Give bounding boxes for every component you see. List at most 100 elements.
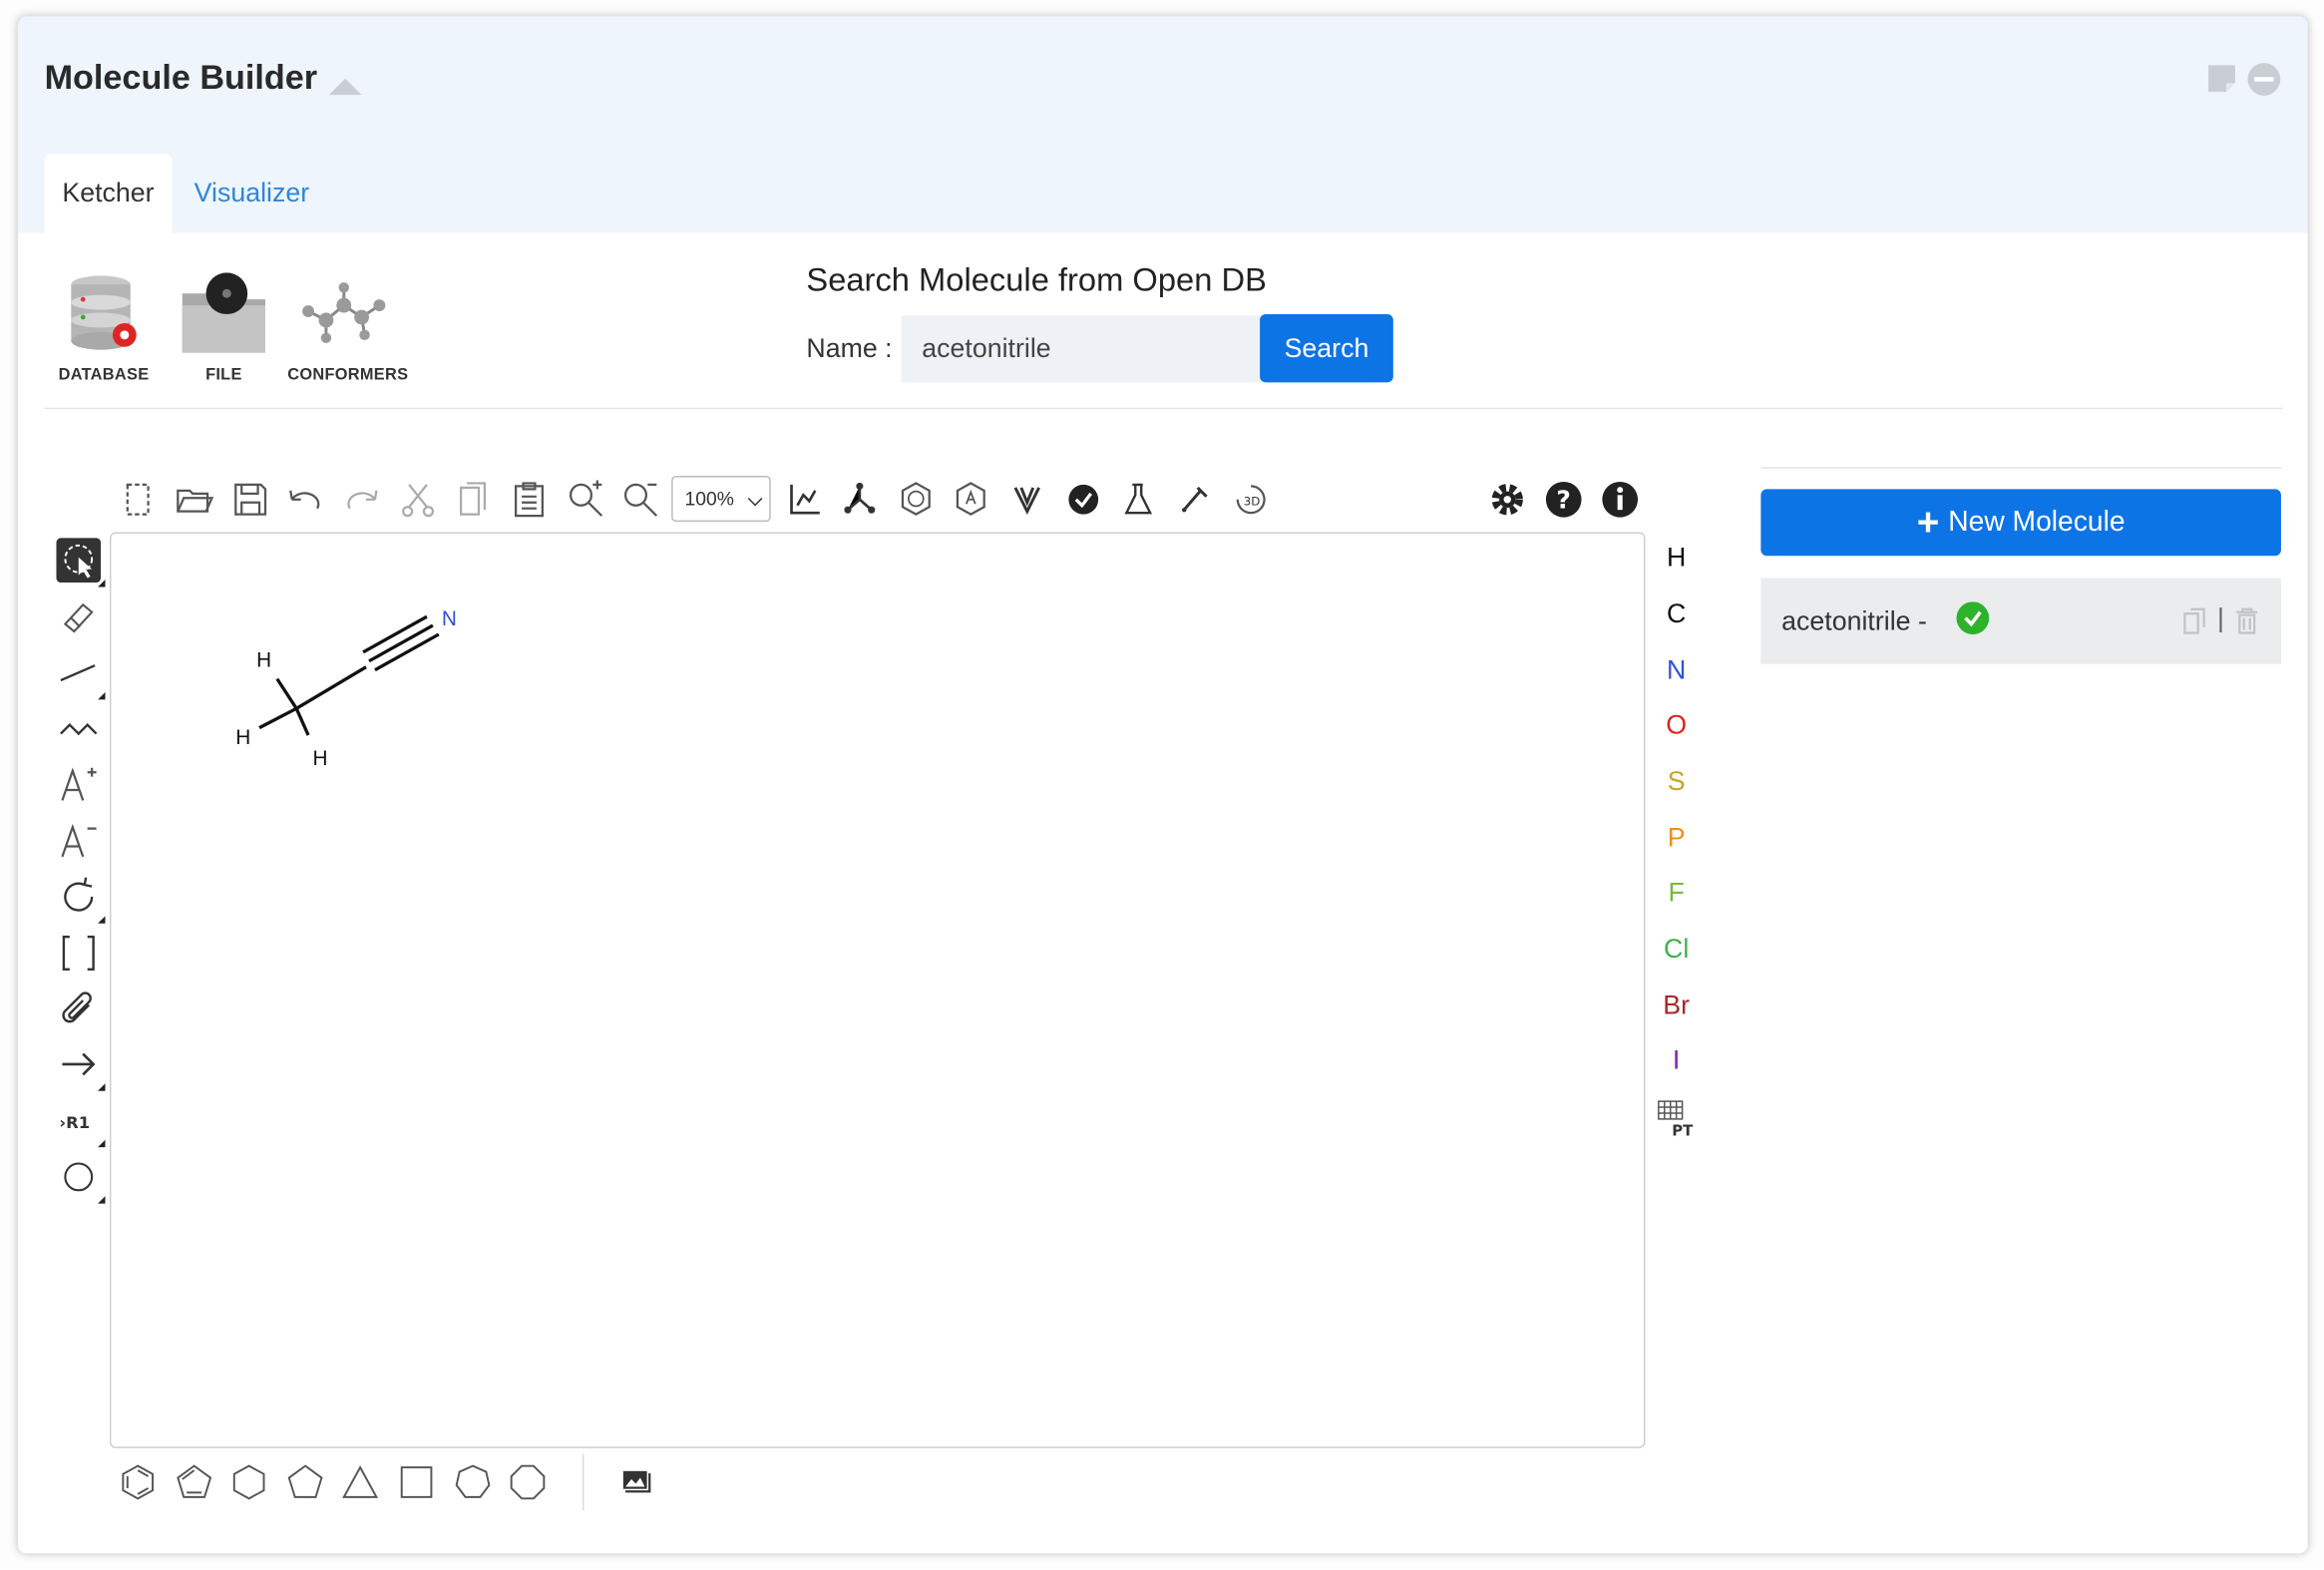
atom-f-button[interactable]: F — [1648, 878, 1704, 909]
periodic-table-label: PT — [1672, 1121, 1694, 1139]
atom-br-button[interactable]: Br — [1648, 990, 1704, 1021]
trash-icon[interactable] — [2233, 606, 2260, 636]
atom-c-button[interactable]: C — [1648, 598, 1704, 629]
single-bond-icon[interactable] — [56, 650, 106, 700]
image-icon[interactable] — [618, 1463, 657, 1502]
atom-p-button[interactable]: P — [1648, 823, 1704, 854]
minimize-icon[interactable] — [2247, 62, 2281, 96]
cycloheptane-icon[interactable] — [454, 1463, 493, 1502]
hydrogen-atom-label: H — [235, 726, 250, 749]
charge-minus-icon[interactable] — [56, 818, 101, 863]
calculate-icon[interactable] — [1117, 479, 1159, 521]
molecule-name-input[interactable] — [901, 315, 1265, 383]
sidebar-divider — [1760, 467, 2281, 469]
search-button[interactable]: Search — [1260, 314, 1393, 383]
aromatize-icon[interactable] — [896, 479, 938, 521]
action-separator: | — [2217, 602, 2225, 633]
select-tool-icon[interactable] — [56, 538, 106, 588]
paste-icon[interactable] — [509, 479, 551, 521]
copy-molecule-icon[interactable] — [2181, 606, 2208, 636]
tab-ketcher[interactable]: Ketcher — [44, 154, 173, 233]
conformers-icon — [302, 282, 386, 344]
cyclohexane-icon[interactable] — [229, 1463, 268, 1502]
zoom-value: 100% — [684, 487, 734, 511]
clear-canvas-icon[interactable] — [117, 479, 159, 521]
settings-brush-icon[interactable] — [1174, 479, 1216, 521]
attachment-icon[interactable] — [56, 987, 101, 1032]
collapse-caret-icon[interactable] — [328, 78, 362, 96]
acetonitrile-structure: N H H H — [235, 607, 457, 770]
gear-icon[interactable] — [1486, 479, 1528, 521]
divider — [44, 407, 2283, 410]
periodic-table-icon[interactable]: PT — [1656, 1098, 1698, 1140]
plus-icon: + — [1916, 499, 1940, 545]
database-tool[interactable]: DATABASE — [46, 272, 162, 384]
3d-view-icon[interactable]: 3D — [1230, 479, 1272, 521]
benzene-icon[interactable] — [119, 1463, 158, 1502]
dearomatize-icon[interactable] — [951, 479, 992, 521]
undo-icon[interactable] — [284, 479, 326, 521]
cyclopentadiene-icon[interactable] — [175, 1463, 213, 1502]
check-structure-icon[interactable] — [1062, 479, 1104, 521]
redo-icon[interactable] — [341, 479, 383, 521]
charge-plus-icon[interactable] — [56, 762, 101, 807]
tab-visualizer[interactable]: Visualizer — [177, 155, 327, 233]
svg-text:›R1: ›R1 — [59, 1113, 90, 1132]
cyclobutane-icon[interactable] — [397, 1463, 436, 1502]
hydrogen-atom-label: H — [256, 649, 271, 672]
zoom-out-icon[interactable] — [619, 479, 661, 521]
panel-header — [17, 16, 2308, 233]
note-icon[interactable] — [2205, 62, 2238, 95]
search-title: Search Molecule from Open DB — [806, 260, 1267, 298]
nitrogen-atom-label: N — [442, 607, 457, 630]
help-icon[interactable]: ? — [1543, 479, 1585, 521]
database-label: DATABASE — [58, 366, 150, 384]
cyclopropane-icon[interactable] — [341, 1463, 380, 1502]
molecule-name: acetonitrile - — [1781, 605, 1927, 636]
file-label: FILE — [205, 366, 242, 384]
chevron-down-icon — [747, 491, 763, 507]
atom-n-button[interactable]: N — [1648, 655, 1704, 686]
hydrogen-atom-label: H — [313, 747, 328, 770]
new-molecule-button[interactable]: + New Molecule — [1760, 489, 2281, 557]
shape-circle-icon[interactable] — [56, 1155, 106, 1204]
svg-text:?: ? — [1556, 486, 1571, 515]
r-group-icon[interactable]: ›R1 — [56, 1098, 106, 1148]
molecule-list-item[interactable]: acetonitrile - | — [1760, 578, 2281, 664]
copy-icon[interactable] — [452, 479, 494, 521]
atom-cl-button[interactable]: Cl — [1648, 934, 1704, 965]
svg-text:3D: 3D — [1244, 495, 1261, 509]
app-frame: Molecule Builder Ketcher Visualizer DATA… — [0, 0, 2324, 1570]
atom-o-button[interactable]: O — [1648, 710, 1704, 741]
cyclopentane-icon[interactable] — [286, 1463, 325, 1502]
cut-icon[interactable] — [397, 479, 439, 521]
conformers-label: CONFORMERS — [287, 366, 409, 384]
cyclooctane-icon[interactable] — [509, 1463, 548, 1502]
zoom-in-icon[interactable] — [565, 479, 606, 521]
conformers-tool[interactable]: CONFORMERS — [287, 272, 409, 384]
database-icon — [71, 275, 137, 350]
panel-title: Molecule Builder — [44, 57, 318, 97]
new-molecule-label: New Molecule — [1948, 507, 2126, 539]
layout-icon[interactable] — [784, 479, 826, 521]
molecule-builder-panel: Molecule Builder Ketcher Visualizer DATA… — [17, 16, 2308, 1554]
atom-h-button[interactable]: H — [1648, 543, 1704, 574]
zoom-select[interactable]: 100% — [671, 476, 771, 523]
atom-s-button[interactable]: S — [1648, 766, 1704, 797]
atom-i-button[interactable]: I — [1648, 1045, 1704, 1076]
stereo-icon[interactable] — [1006, 479, 1048, 521]
chain-icon[interactable] — [56, 707, 101, 752]
brackets-icon[interactable] — [56, 931, 101, 976]
file-tool[interactable]: FILE — [166, 272, 281, 384]
clean-up-icon[interactable] — [839, 479, 881, 521]
info-icon[interactable] — [1599, 479, 1641, 521]
reaction-arrow-icon[interactable] — [56, 1042, 106, 1091]
toolbar-separator — [581, 1453, 584, 1511]
open-icon[interactable] — [174, 479, 215, 521]
save-icon[interactable] — [229, 479, 271, 521]
eraser-icon[interactable] — [56, 594, 101, 639]
name-label: Name : — [806, 333, 893, 364]
file-icon — [182, 272, 265, 353]
drawing-canvas[interactable]: N H H H — [109, 532, 1646, 1448]
rotate-icon[interactable] — [56, 875, 106, 924]
